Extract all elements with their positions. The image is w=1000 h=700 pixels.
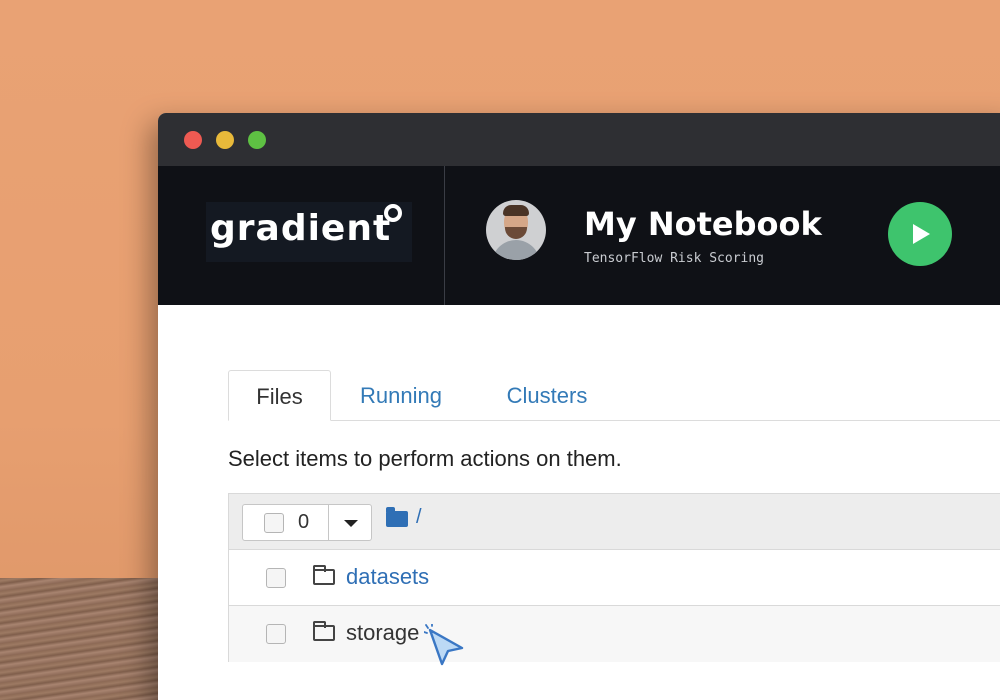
app-header: gradient bbox=[158, 166, 1000, 305]
tab-clusters[interactable]: Clusters bbox=[488, 370, 606, 421]
select-all-checkbox[interactable] bbox=[264, 513, 284, 533]
header-divider bbox=[444, 166, 445, 305]
file-list-toolbar: 0 / bbox=[229, 494, 1000, 550]
folder-icon bbox=[313, 621, 335, 641]
list-item[interactable]: datasets bbox=[229, 550, 1000, 606]
tab-running[interactable]: Running bbox=[346, 370, 456, 421]
item-checkbox[interactable] bbox=[266, 624, 286, 644]
select-dropdown[interactable]: 0 bbox=[242, 504, 372, 541]
minimize-window-button[interactable] bbox=[216, 131, 234, 149]
tab-files[interactable]: Files bbox=[228, 370, 331, 421]
avatar-hair bbox=[503, 205, 529, 216]
breadcrumb-path[interactable]: / bbox=[416, 506, 422, 529]
help-text: Select items to perform actions on them. bbox=[228, 446, 622, 471]
tabs-baseline bbox=[228, 420, 1000, 421]
list-item[interactable]: storage bbox=[229, 606, 1000, 662]
window-titlebar bbox=[158, 113, 1000, 166]
mouse-pointer-icon bbox=[424, 624, 464, 666]
select-divider bbox=[328, 505, 329, 540]
item-name-link[interactable]: storage bbox=[346, 620, 419, 646]
file-list: 0 / datasets storage bbox=[228, 493, 1000, 662]
play-icon bbox=[913, 224, 930, 244]
avatar[interactable] bbox=[486, 200, 546, 260]
gradient-logo[interactable]: gradient bbox=[206, 202, 412, 262]
avatar-shirt bbox=[492, 240, 540, 260]
run-notebook-button[interactable] bbox=[888, 202, 952, 266]
caret-down-icon[interactable] bbox=[344, 520, 358, 527]
maximize-window-button[interactable] bbox=[248, 131, 266, 149]
close-window-button[interactable] bbox=[184, 131, 202, 149]
selected-count: 0 bbox=[298, 511, 310, 533]
desk-background bbox=[0, 578, 170, 700]
folder-icon bbox=[313, 565, 335, 585]
item-name-link[interactable]: datasets bbox=[346, 564, 429, 590]
avatar-beard bbox=[505, 227, 527, 239]
notebook-subtitle: TensorFlow Risk Scoring bbox=[584, 251, 765, 266]
folder-icon[interactable] bbox=[386, 507, 408, 527]
notebook-title: My Notebook bbox=[584, 205, 822, 243]
logo-text: gradient bbox=[210, 208, 392, 249]
item-checkbox[interactable] bbox=[266, 568, 286, 588]
logo-ring-icon bbox=[384, 204, 402, 222]
